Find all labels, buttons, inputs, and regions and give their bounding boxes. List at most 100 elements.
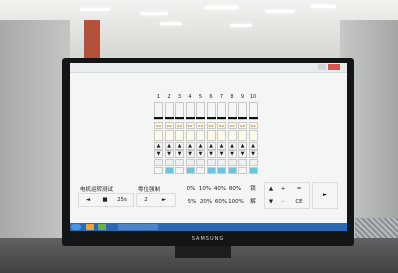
column-spacer-cell <box>175 130 184 141</box>
column-down-button[interactable]: ▼ <box>238 150 247 158</box>
column-down-button[interactable]: ▼ <box>206 150 216 158</box>
column-level-bar <box>164 117 174 119</box>
column-status-cell[interactable] <box>206 167 216 174</box>
unlock-button[interactable]: 解 <box>248 197 258 207</box>
column-up-button[interactable]: ▲ <box>206 142 216 150</box>
motor-stop-button[interactable]: ■ <box>100 195 110 205</box>
percent-button[interactable]: 20% <box>198 197 214 207</box>
column-number: 6 <box>209 94 213 100</box>
background-wall-left <box>0 20 70 250</box>
column-reading: 0.0 <box>196 122 205 129</box>
column-level-bar <box>206 117 216 119</box>
motor-duration-value: 25s <box>117 197 127 203</box>
column-reading: 0.0 <box>164 122 174 129</box>
monitor-brand-logo: SAMSUNG <box>191 236 225 242</box>
taskbar <box>70 223 347 231</box>
column-spacer-cell <box>248 130 258 141</box>
column-toggle-cell[interactable] <box>238 159 247 166</box>
ceiling-light <box>140 12 168 15</box>
column-toggle-cell[interactable] <box>206 159 216 166</box>
column-toggle-cell[interactable] <box>164 159 174 166</box>
column-level-bar <box>196 117 205 119</box>
column-number: 5 <box>198 94 203 100</box>
minimize-button[interactable] <box>318 64 326 70</box>
start-button[interactable] <box>71 224 81 230</box>
motor-test-label: 电机运转测试 <box>80 187 114 193</box>
percent-button[interactable]: 10% <box>198 184 212 194</box>
keypad-down-button[interactable]: ▼ <box>266 197 276 207</box>
system-tray <box>325 224 345 230</box>
keypad-plus-button[interactable]: + <box>278 184 288 194</box>
column-number: 7 <box>219 94 224 100</box>
column-down-button[interactable]: ▼ <box>217 150 226 158</box>
keypad-enter-button[interactable]: ► <box>314 190 336 200</box>
keypad-up-button[interactable]: ▲ <box>266 184 276 194</box>
column-status-cell[interactable] <box>217 167 226 174</box>
column-spacer-cell <box>164 130 174 141</box>
keypad-minus-button[interactable]: - <box>278 197 288 207</box>
column-up-button[interactable]: ▲ <box>227 142 237 150</box>
ceiling-light <box>265 10 295 13</box>
monitor-screen: 1 0.0 ▲ ▼ 2 0.0 ▲ ▼ 3 0.0 ▲ ▼ 4 0.0 ▲ ▼ 5 0.0 ▲ ▼ 6 0.0 ▲ ▼ 7 0.0… <box>70 63 347 231</box>
column-number: 9 <box>240 94 245 100</box>
column-status-cell[interactable] <box>154 167 163 174</box>
column-reading: 0.0 <box>154 122 163 129</box>
taskbar-app-icon[interactable] <box>86 224 94 230</box>
column-up-button[interactable]: ▲ <box>185 142 195 150</box>
keypad-equals-button[interactable]: = <box>292 184 306 194</box>
column-toggle-cell[interactable] <box>154 159 163 166</box>
column-down-button[interactable]: ▼ <box>164 150 174 158</box>
column-down-button[interactable]: ▼ <box>196 150 205 158</box>
zero-position-next-button[interactable]: ► <box>158 195 170 205</box>
column-toggle-cell[interactable] <box>196 159 205 166</box>
percent-button[interactable]: 60% <box>213 197 229 207</box>
zero-position-label: 零位强制 <box>138 187 161 193</box>
lock-button[interactable]: 锁 <box>248 184 258 194</box>
taskbar-app-icon[interactable] <box>98 224 106 230</box>
column-level-bar <box>238 117 247 119</box>
column-toggle-cell[interactable] <box>185 159 195 166</box>
column-spacer-cell <box>206 130 216 141</box>
column-toggle-cell[interactable] <box>248 159 258 166</box>
column-down-button[interactable]: ▼ <box>154 150 163 158</box>
column-toggle-cell[interactable] <box>217 159 226 166</box>
motor-back-button[interactable]: ◄ <box>82 195 94 205</box>
column-spacer-cell <box>238 130 247 141</box>
column-level-bar <box>227 117 237 119</box>
column-up-button[interactable]: ▲ <box>217 142 226 150</box>
column-toggle-cell[interactable] <box>175 159 184 166</box>
column-status-cell[interactable] <box>227 167 237 174</box>
window-titlebar <box>70 63 347 73</box>
column-level-bar <box>154 117 163 119</box>
column-up-button[interactable]: ▲ <box>175 142 184 150</box>
column-status-cell[interactable] <box>238 167 247 174</box>
zero-position-value: 2 <box>144 197 148 203</box>
column-status-cell[interactable] <box>164 167 174 174</box>
column-down-button[interactable]: ▼ <box>227 150 237 158</box>
taskbar-window-button[interactable] <box>118 224 158 230</box>
column-down-button[interactable]: ▼ <box>175 150 184 158</box>
keypad-ce-button[interactable]: CE <box>290 197 308 207</box>
column-status-cell[interactable] <box>185 167 195 174</box>
percent-button[interactable]: 40% <box>213 184 227 194</box>
ceiling-light <box>80 8 110 11</box>
percent-button[interactable]: 100% <box>228 197 244 207</box>
column-down-button[interactable]: ▼ <box>248 150 258 158</box>
column-status-cell[interactable] <box>248 167 258 174</box>
column-down-button[interactable]: ▼ <box>185 150 195 158</box>
column-number: 8 <box>230 94 234 100</box>
column-number: 2 <box>167 94 171 100</box>
column-up-button[interactable]: ▲ <box>196 142 205 150</box>
close-button[interactable] <box>328 64 340 70</box>
column-status-cell[interactable] <box>175 167 184 174</box>
column-level-bar <box>248 117 258 119</box>
column-status-cell[interactable] <box>196 167 205 174</box>
ceiling-light <box>310 5 336 8</box>
column-up-button[interactable]: ▲ <box>154 142 163 150</box>
column-up-button[interactable]: ▲ <box>164 142 174 150</box>
column-up-button[interactable]: ▲ <box>248 142 258 150</box>
column-up-button[interactable]: ▲ <box>238 142 247 150</box>
percent-button[interactable]: 0% <box>184 184 198 194</box>
column-toggle-cell[interactable] <box>227 159 237 166</box>
percent-button[interactable]: 80% <box>228 184 242 194</box>
